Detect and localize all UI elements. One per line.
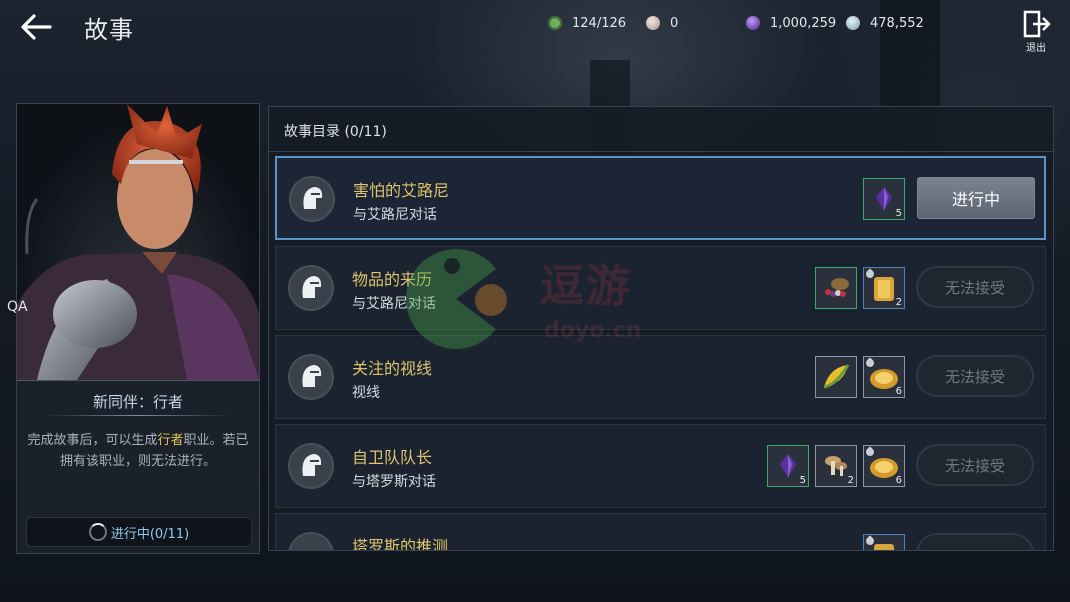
quest-item[interactable]: 关注的视线 视线 6 无法接受 <box>275 335 1046 419</box>
currency-value: 478,552 <box>870 15 924 31</box>
back-button[interactable] <box>18 12 54 42</box>
corn-icon <box>823 364 850 389</box>
quest-progress-button[interactable]: 进行中 <box>917 177 1035 219</box>
quest-subtitle: 与塔罗斯对话 <box>352 474 436 490</box>
reward-count: 2 <box>847 475 854 486</box>
story-list-header: 故事目录 (0/11) <box>284 124 387 140</box>
desc-text: 完成故事后，可以生成 <box>27 433 158 448</box>
companion-description: 完成故事后，可以生成行者职业。若已拥有该职业，则无法进行。 <box>25 430 251 472</box>
quest-item[interactable]: 塔罗斯的推测 <box>275 513 1046 551</box>
story-list-panel: 故事目录 (0/11) 害怕的艾路尼 与艾路尼对话 5 进行中 物品的来历 与艾… <box>268 106 1054 551</box>
companion-portrait <box>17 104 259 380</box>
page-title: 故事 <box>84 16 134 44</box>
qa-label[interactable]: QA <box>7 299 28 315</box>
divider <box>17 380 259 381</box>
purple-crystal-icon <box>746 16 760 30</box>
quest-item[interactable]: 物品的来历 与艾路尼对话 2 无法接受 <box>275 246 1046 330</box>
reward-item[interactable] <box>863 534 905 550</box>
reward-item[interactable]: 6 <box>863 445 905 487</box>
quest-name: 自卫队队长 <box>352 448 433 467</box>
quest-unavailable-button[interactable] <box>916 533 1034 550</box>
progress-button[interactable]: 进行中(0/11) <box>26 517 252 547</box>
reward-count: 6 <box>895 475 902 486</box>
companion-panel: 新同伴：行者 完成故事后，可以生成行者职业。若已拥有该职业，则无法进行。 进行中… <box>16 103 260 554</box>
progress-label: 进行中(0/11) <box>110 526 190 542</box>
energy-icon <box>548 16 562 30</box>
quest-item[interactable]: 自卫队队长 与塔罗斯对话 5 2 6 无法接受 <box>275 424 1046 508</box>
reward-count: 2 <box>895 297 902 308</box>
currency-energy: 124/126 <box>548 12 626 34</box>
arrow-left-icon <box>21 14 52 40</box>
currency-silver: 478,552 <box>846 12 924 34</box>
pearl-icon <box>646 16 660 30</box>
reward-item[interactable]: 6 <box>863 356 905 398</box>
loading-spinner-icon <box>88 523 107 541</box>
reward-item[interactable] <box>815 267 857 309</box>
reward-item[interactable] <box>815 356 857 398</box>
reward-count: 6 <box>895 386 902 397</box>
quest-name: 物品的来历 <box>352 270 433 289</box>
currency-value: 124/126 <box>572 15 627 31</box>
divider <box>45 415 231 416</box>
exit-button[interactable]: 退出 <box>1018 10 1054 54</box>
quest-unavailable-button[interactable]: 无法接受 <box>916 355 1034 397</box>
exit-label: 退出 <box>1026 43 1046 54</box>
quest-subtitle: 视线 <box>352 385 380 401</box>
divider <box>269 151 1053 152</box>
quest-subtitle: 与艾路尼对话 <box>353 207 437 223</box>
currency-pearl: 0 <box>642 12 734 34</box>
quest-unavailable-button[interactable]: 无法接受 <box>916 266 1034 308</box>
quest-name: 关注的视线 <box>352 359 433 378</box>
helmet-icon <box>288 265 334 311</box>
desc-highlight: 行者 <box>157 433 184 448</box>
silver-coin-icon <box>846 16 860 30</box>
helmet-icon <box>288 443 334 489</box>
reward-item[interactable]: 5 <box>767 445 809 487</box>
character-portrait-image <box>17 104 259 380</box>
quest-name: 塔罗斯的推测 <box>352 537 449 551</box>
currency-value: 0 <box>670 15 679 31</box>
quest-subtitle: 与艾路尼对话 <box>352 296 436 312</box>
berries-icon <box>825 278 849 297</box>
currency-value: 1,000,259 <box>770 15 837 31</box>
quest-name: 害怕的艾路尼 <box>353 181 450 200</box>
quest-unavailable-button[interactable]: 无法接受 <box>916 444 1034 486</box>
reward-item[interactable]: 5 <box>863 178 905 220</box>
reward-item[interactable]: 2 <box>815 445 857 487</box>
helmet-icon <box>289 176 335 222</box>
exit-door-icon <box>1023 10 1051 38</box>
companion-name: 新同伴：行者 <box>92 393 183 411</box>
helmet-icon <box>288 532 334 550</box>
helmet-icon <box>288 354 334 400</box>
currency-crystal: 1,000,259 <box>746 12 836 34</box>
reward-item[interactable]: 2 <box>863 267 905 309</box>
quest-item[interactable]: 害怕的艾路尼 与艾路尼对话 5 进行中 <box>275 156 1046 240</box>
reward-count: 5 <box>895 208 902 219</box>
reward-count: 5 <box>799 475 806 486</box>
